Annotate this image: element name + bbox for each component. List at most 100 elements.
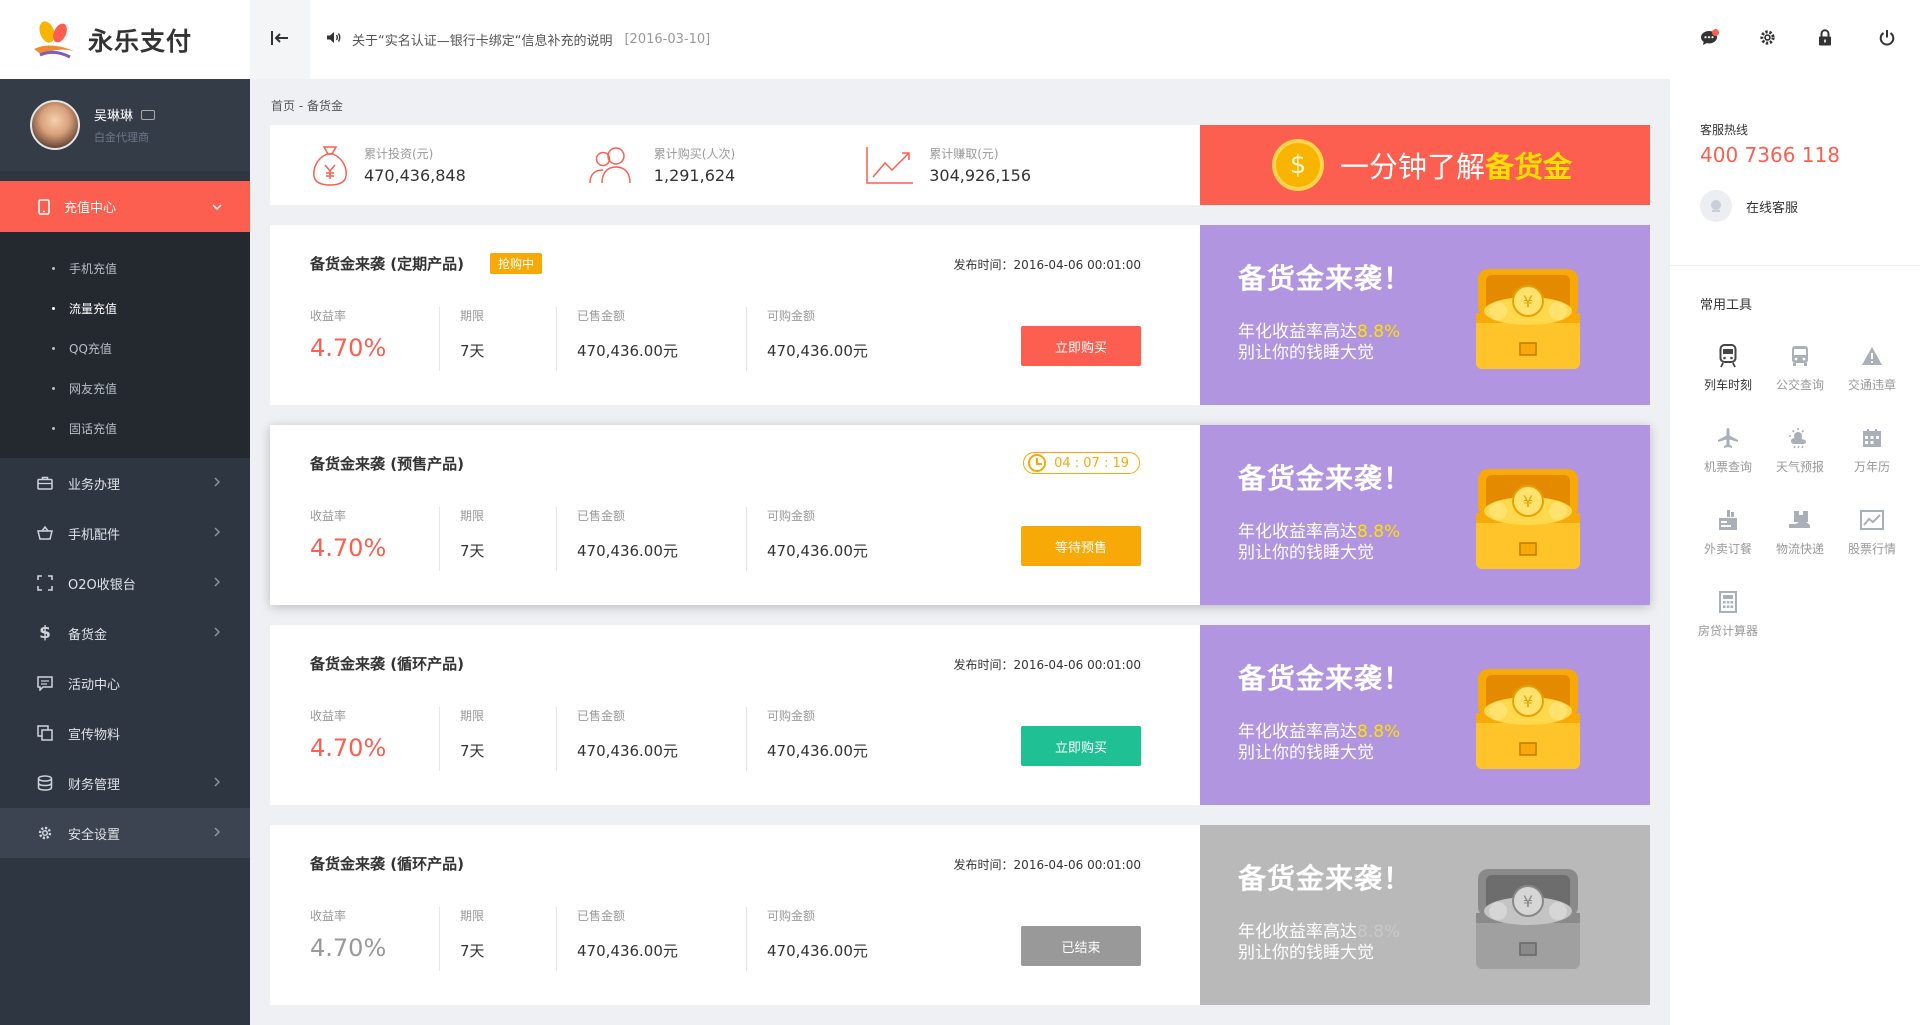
- sidebar-item-o2o[interactable]: O2O收银台: [0, 558, 250, 608]
- sidebar-item-finance[interactable]: 财务管理: [0, 758, 250, 808]
- submenu-item-data[interactable]: 流量充值: [0, 288, 250, 328]
- sidebar-item-label: O2O收银台: [68, 577, 136, 593]
- takeout-icon: [1717, 505, 1739, 535]
- messages-button[interactable]: [1680, 0, 1738, 79]
- product-banner[interactable]: 备货金来袭！ 年化收益率高达8.8% 别让你的钱睡大觉 ¥: [1200, 825, 1650, 1005]
- stat-value: 304,926,156: [929, 166, 1032, 185]
- collapse-sidebar-button[interactable]: [250, 0, 310, 79]
- publish-time: 发布时间：2016-04-06 00:01:00: [953, 658, 1141, 672]
- calendar-icon: [1862, 423, 1882, 453]
- recharge-submenu: 手机充值 流量充值 QQ充值 网友充值 固话充值: [0, 232, 250, 458]
- online-service-button[interactable]: 在线客服: [1700, 190, 1798, 222]
- term-value: 7天: [460, 742, 485, 760]
- sidebar-item-security[interactable]: 安全设置: [0, 808, 250, 858]
- tool-weather[interactable]: 天气预报: [1764, 423, 1836, 505]
- term-label: 期限: [460, 709, 485, 723]
- lock-icon: [1818, 29, 1832, 50]
- logo[interactable]: 永乐支付: [0, 0, 250, 79]
- stat-total-purchases: 累计购买(人次) 1,291,624: [586, 145, 735, 185]
- stat-value: 1,291,624: [653, 166, 736, 185]
- sidebar-item-label: 手机配件: [68, 527, 121, 543]
- notice[interactable]: 关于“实名认证—银行卡绑定“信息补充的说明 [2016-03-10]: [326, 30, 710, 49]
- avatar[interactable]: [30, 100, 80, 150]
- hotline-label: 客服热线: [1700, 123, 1749, 137]
- online-service-label: 在线客服: [1746, 200, 1799, 216]
- sold-value: 470,436.00元: [577, 342, 678, 360]
- sidebar-item-label: 备货金: [68, 627, 108, 643]
- stat-total-earnings: 累计赚取(元) 304,926,156: [865, 145, 1031, 185]
- sidebar: 永乐支付 吴琳琳 白金代理商 充值中心 手机充值 流量充值 QQ充值 网友充值 …: [0, 0, 250, 1025]
- promo-highlight: 备货金: [1485, 150, 1573, 184]
- lock-button[interactable]: [1796, 0, 1854, 79]
- delivery-icon: [1788, 505, 1812, 535]
- sidebar-item-label: 财务管理: [68, 777, 121, 793]
- tool-label: 外卖订餐: [1703, 542, 1752, 556]
- sidebar-item-label: 活动中心: [68, 677, 121, 693]
- user-role: 白金代理商: [94, 131, 149, 144]
- sidebar-item-materials[interactable]: 宣传物料: [0, 708, 250, 758]
- sidebar-item-accessories[interactable]: 手机配件: [0, 508, 250, 558]
- copy-icon: [36, 724, 54, 742]
- term-label: 期限: [460, 909, 485, 923]
- bus-icon: [1790, 341, 1810, 371]
- submenu-item-netfriend[interactable]: 网友充值: [0, 368, 250, 408]
- tool-calendar[interactable]: 万年历: [1836, 423, 1908, 505]
- tool-takeout[interactable]: 外卖订餐: [1692, 505, 1764, 587]
- notice-text[interactable]: 关于“实名认证—银行卡绑定“信息补充的说明: [352, 30, 612, 49]
- ended-button[interactable]: 已结束: [1021, 926, 1141, 966]
- tool-train[interactable]: 列车时刻: [1692, 341, 1764, 423]
- logout-button[interactable]: [1854, 0, 1920, 79]
- presale-button[interactable]: 等待预售: [1021, 526, 1141, 566]
- tool-mortgage[interactable]: 房贷计算器: [1692, 587, 1764, 669]
- sidebar-item-reserve-fund[interactable]: $ 备货金: [0, 608, 250, 658]
- buy-now-button[interactable]: 立即购买: [1021, 326, 1141, 366]
- hotline-number[interactable]: 400 7366 118: [1700, 143, 1840, 167]
- promo-text: 一分钟了解备货金: [1340, 144, 1572, 186]
- tool-stock[interactable]: 股票行情: [1836, 505, 1908, 587]
- coin-symbol: ¥: [1523, 892, 1533, 911]
- rate-label: 收益率: [310, 909, 347, 923]
- bullet-icon: [52, 346, 55, 350]
- chevron-right-icon: [214, 826, 221, 841]
- coin-symbol: ¥: [1523, 692, 1533, 711]
- settings-button[interactable]: [1738, 0, 1796, 79]
- tool-bus[interactable]: 公交查询: [1764, 341, 1836, 423]
- status-badge: 抢购中: [489, 253, 542, 274]
- user-card[interactable]: 吴琳琳 白金代理商: [0, 79, 250, 171]
- message-icon: [36, 674, 54, 692]
- promo-banner[interactable]: $ 一分钟了解备货金: [1200, 125, 1650, 205]
- notification-dot: [1712, 29, 1719, 36]
- submenu-item-qq[interactable]: QQ充值: [0, 328, 250, 368]
- tools-heading: 常用工具: [1700, 298, 1753, 313]
- submenu-item-mobile[interactable]: 手机充值: [0, 248, 250, 288]
- product-banner[interactable]: 备货金来袭！ 年化收益率高达8.8% 别让你的钱睡大觉 ¥: [1200, 225, 1650, 405]
- rate-value: 4.70%: [310, 734, 387, 762]
- stat-label: 累计投资(元): [364, 147, 434, 161]
- buy-now-button[interactable]: 立即购买: [1021, 726, 1141, 766]
- tool-flight[interactable]: 机票查询: [1692, 423, 1764, 505]
- topbar: 关于“实名认证—银行卡绑定“信息补充的说明 [2016-03-10]: [250, 0, 1920, 79]
- product-banner[interactable]: 备货金来袭！ 年化收益率高达8.8% 别让你的钱睡大觉 ¥: [1200, 425, 1650, 605]
- sidebar-item-recharge[interactable]: 充值中心: [0, 181, 250, 232]
- available-label: 可购金额: [767, 909, 816, 923]
- tool-label: 列车时刻: [1703, 378, 1752, 392]
- sidebar-item-activities[interactable]: 活动中心: [0, 658, 250, 708]
- product-title: 备货金来袭 (循环产品): [310, 655, 464, 673]
- submenu-item-landline[interactable]: 固话充值: [0, 408, 250, 448]
- coin-symbol: ¥: [1523, 292, 1533, 311]
- banner-headline: 备货金来袭！: [1238, 462, 1413, 495]
- tool-label: 股票行情: [1847, 542, 1896, 556]
- chevron-down-icon: [212, 199, 222, 214]
- sidebar-item-business[interactable]: 业务办理: [0, 458, 250, 508]
- airplane-icon: [1717, 423, 1739, 453]
- money-bag-icon: [310, 143, 350, 187]
- top-actions: [1680, 0, 1920, 79]
- tool-traffic[interactable]: 交通违章: [1836, 341, 1908, 423]
- tool-delivery[interactable]: 物流快递: [1764, 505, 1836, 587]
- banner-headline: 备货金来袭！: [1238, 862, 1413, 895]
- countdown-timer: 04 : 07 : 19: [1023, 452, 1140, 474]
- submenu-label: 流量充值: [69, 301, 118, 316]
- product-banner[interactable]: 备货金来袭！ 年化收益率高达8.8% 别让你的钱睡大觉 ¥: [1200, 625, 1650, 805]
- banner-slogan: 别让你的钱睡大觉: [1238, 543, 1374, 563]
- term-label: 期限: [460, 309, 485, 323]
